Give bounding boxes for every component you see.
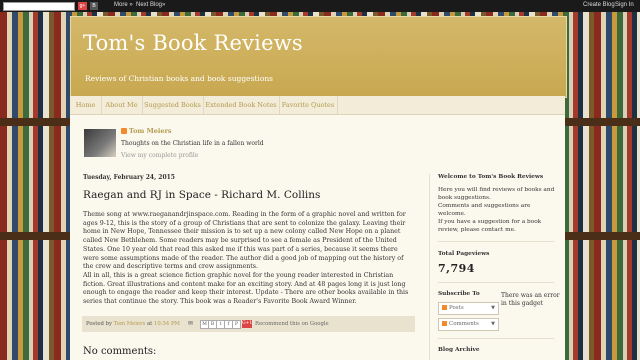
chevron-down-icon: ▼ (491, 305, 495, 311)
subscribe-title: Subscribe To (438, 291, 480, 297)
chevron-down-icon: ▼ (491, 321, 495, 327)
post-body: Theme song at www.raeganandrjinspace.com… (83, 211, 413, 307)
post-footer: Posted by Tom Meiers at 10:54 PM ✉ M B t… (82, 316, 415, 332)
subscribe-comments-dropdown[interactable]: Comments ▼ (438, 318, 499, 331)
blogger-profile-icon (121, 128, 127, 134)
tab-about-me[interactable]: About Me (101, 96, 143, 114)
gadget-error-text: There was an error in this gadget (501, 292, 560, 307)
post-date: Tuesday, February 24, 2015 (83, 174, 175, 181)
profile-name[interactable]: Tom Meiers (129, 127, 172, 135)
more-link[interactable]: More » (114, 2, 133, 8)
blogger-icon[interactable]: B (90, 2, 98, 10)
tab-extended-book-notes[interactable]: Extended Book Notes (203, 96, 280, 114)
pageviews-title: Total Pageviews (438, 251, 490, 257)
feed-icon (442, 321, 447, 326)
view-profile-link[interactable]: View my complete profile (121, 152, 198, 159)
sidebar-divider (438, 241, 554, 242)
welcome-text: Here you will find reviews of books and … (438, 187, 555, 233)
posted-by-label: Posted by (86, 321, 112, 327)
sign-in-link[interactable]: Sign In (615, 2, 634, 8)
blog-header: Tom's Book Reviews Reviews of Christian … (70, 16, 567, 98)
post-time-link[interactable]: 10:54 PM (154, 321, 180, 327)
share-pinterest-icon[interactable]: P (232, 320, 241, 329)
at-label: at (147, 321, 153, 327)
subscribe-posts-label: Posts (449, 305, 464, 311)
tab-home[interactable]: Home (70, 96, 102, 114)
gplus-one-button[interactable]: G+1 (242, 320, 252, 328)
profile-photo[interactable] (84, 129, 116, 157)
blog-description: Reviews of Christian books and book sugg… (85, 74, 274, 83)
post-paragraph: All in all, this is a great science fict… (83, 271, 409, 306)
post-paragraph: Theme song at www.raeganandrjinspace.com… (83, 211, 406, 271)
blogger-navbar: g+ B More » Next Blog» Create Blog Sign … (0, 0, 640, 12)
subscribe-posts-dropdown[interactable]: Posts ▼ (438, 302, 499, 315)
profile-about: Thoughts on the Christian life in a fall… (121, 140, 264, 147)
navbar-search-input[interactable] (3, 2, 75, 11)
next-blog-link[interactable]: Next Blog» (136, 2, 165, 8)
sidebar-divider (438, 282, 554, 283)
post-meta: Posted by Tom Meiers at 10:54 PM (86, 321, 180, 327)
feed-icon (442, 305, 447, 310)
tab-favorite-quotes[interactable]: Favorite Quotes (279, 96, 338, 114)
post-author-link[interactable]: Tom Meiers (114, 321, 146, 327)
sidebar-divider (429, 174, 430, 360)
recommend-label: Recommend this on Google (255, 321, 329, 327)
blog-title[interactable]: Tom's Book Reviews (83, 31, 303, 55)
page-tabs: Home About Me Suggested Books Extended B… (70, 96, 565, 115)
sidebar-divider (438, 338, 554, 339)
subscribe-comments-label: Comments (449, 321, 479, 327)
tab-suggested-books[interactable]: Suggested Books (142, 96, 204, 114)
create-blog-link[interactable]: Create Blog (583, 2, 615, 8)
email-post-icon[interactable]: ✉ (188, 320, 195, 327)
post-title[interactable]: Raegan and RJ in Space - Richard M. Coll… (83, 189, 320, 201)
comments-heading: No comments: (83, 346, 157, 357)
gplus-icon[interactable]: g+ (78, 2, 87, 10)
pageviews-count: 7,794 (438, 262, 475, 275)
welcome-title: Welcome to Tom's Book Reviews (438, 174, 544, 180)
archive-title: Blog Archive (438, 347, 480, 353)
